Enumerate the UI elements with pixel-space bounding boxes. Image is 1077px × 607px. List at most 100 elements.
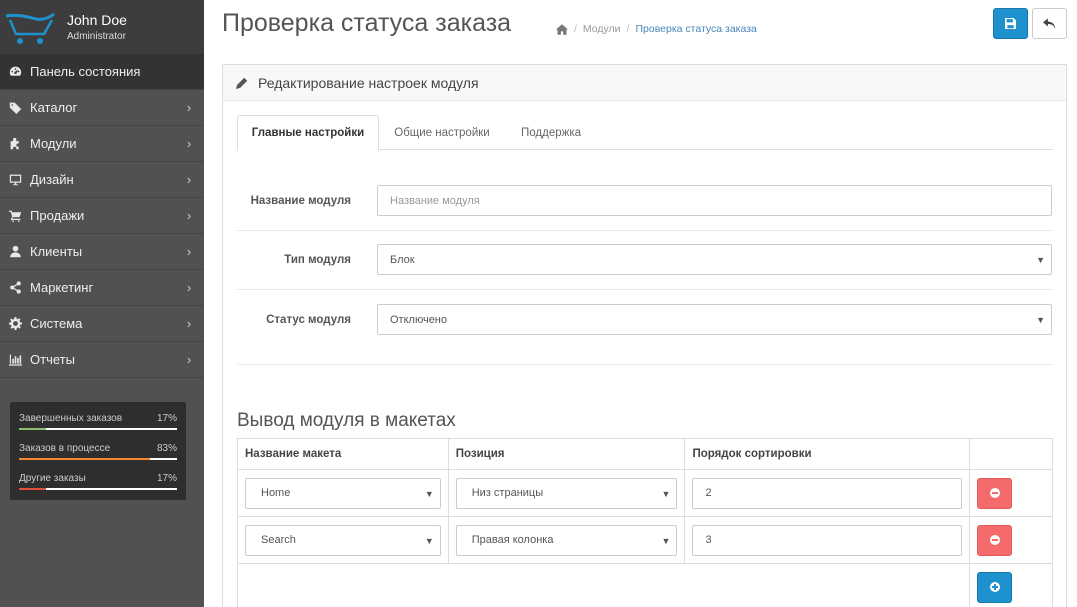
table-footer-row [236,563,1053,607]
panel-heading-title: Редактирование настроек модуля [258,74,479,91]
cart-icon [0,209,30,222]
column-header-layout: Название макета [237,438,449,470]
chevron-right-icon: › [186,208,192,223]
stat-completed: Завершенных заказов 17% [19,410,177,440]
module-status-select[interactable]: Отключено ▼ [377,304,1052,335]
desktop-icon [0,173,30,186]
remove-layout-button[interactable] [977,524,1013,556]
user-icon [0,245,30,258]
table-cell: Search ▼ [237,516,449,564]
menu-item-label: Клиенты [30,244,83,259]
stat-progress-bar [19,458,177,460]
menu-item-dashboard[interactable]: Панель состояния [0,54,204,90]
stat-processing: Заказов в процессе 83% [19,440,177,470]
back-button[interactable] [1032,8,1067,39]
layouts-section-title: Вывод модуля в макетах [237,410,456,431]
module-status-value: Отключено [390,313,447,326]
caret-down-icon: ▼ [661,488,671,499]
table-row: Home ▼ Низ страницы ▼ 2 [237,469,1053,517]
home-icon[interactable] [556,23,568,35]
table-cell: Home ▼ [237,469,449,517]
caret-down-icon: ▼ [661,535,671,546]
table-cell [236,563,971,607]
menu-item-system[interactable]: Система › [0,306,204,342]
module-type-value: Блок [390,253,415,266]
bar-chart-icon [0,353,30,366]
menu-item-label: Система [30,316,83,331]
stat-label: Завершенных заказов [19,413,123,424]
sidebar: John Doe Administrator Панель состояния … [0,0,204,607]
layout-select-value: Home [261,487,291,499]
chevron-right-icon: › [186,316,192,331]
menu-item-catalog[interactable]: Каталог › [0,90,204,126]
table-cell: Правая колонка ▼ [447,516,686,564]
minus-circle-icon [989,488,1000,498]
stat-value: 17% [156,413,177,424]
chevron-right-icon: › [186,100,192,115]
menu-item-modules[interactable]: Модули › [0,126,204,162]
position-select-value: Правая колонка [471,534,554,546]
layouts-table: Название макета Позиция Порядок сортиров… [236,438,1053,607]
breadcrumb-modules-link[interactable]: Модули [583,23,621,35]
chevron-right-icon: › [186,280,192,295]
chevron-right-icon: › [186,352,192,367]
minus-circle-icon [989,535,1000,545]
stat-other: Другие заказы 17% [19,470,177,500]
puzzle-icon [0,137,30,150]
position-select-value: Низ страницы [471,487,544,499]
menu-item-design[interactable]: Дизайн › [0,162,204,198]
table-row: Search ▼ Правая колонка ▼ 3 [237,516,1053,564]
position-select[interactable]: Правая колонка ▼ [455,524,678,556]
add-layout-button[interactable] [977,571,1013,603]
table-cell [969,563,1053,607]
menu-item-marketing[interactable]: Маркетинг › [0,270,204,306]
save-icon [1005,18,1016,29]
dashboard-icon [0,65,30,78]
save-button[interactable] [993,8,1028,39]
page-title: Проверка статуса заказа [222,9,512,37]
sort-order-input[interactable]: 3 [692,524,963,556]
tag-icon [0,101,30,114]
menu-item-label: Модули [30,136,77,151]
menu-item-label: Маркетинг [30,280,94,295]
settings-panel: Редактирование настроек модуля Главные н… [222,64,1067,607]
menu-item-label: Продажи [30,208,85,223]
breadcrumb-separator: / [574,23,577,35]
tab-general-settings[interactable]: Общие настройки [379,115,505,150]
profile[interactable]: John Doe Administrator [0,0,204,54]
menu-item-customers[interactable]: Клиенты › [0,234,204,270]
form-row-module-type: Тип модуля Блок ▼ [237,231,1053,290]
module-name-label: Название модуля [250,195,351,207]
breadcrumb-current-link[interactable]: Проверка статуса заказа [635,23,756,35]
cart-logo-icon [5,12,55,44]
layout-select[interactable]: Home ▼ [245,477,441,509]
form-row-module-status: Статус модуля Отключено ▼ [237,290,1053,365]
table-header-row: Название макета Позиция Порядок сортиров… [237,438,1053,470]
form-row-module-name: Название модуля [237,172,1053,231]
menu-item-label: Дизайн [30,172,74,187]
main-menu: Панель состояния Каталог › Модули › Диза… [0,54,204,378]
module-type-label: Тип модуля [284,254,351,266]
stat-value: 83% [156,443,177,454]
tab-support[interactable]: Поддержка [505,115,597,150]
cog-icon [0,317,30,330]
stat-label: Заказов в процессе [19,443,111,454]
module-name-input[interactable] [377,185,1052,216]
chevron-right-icon: › [186,244,192,259]
layout-select[interactable]: Search ▼ [245,524,441,556]
stat-progress-bar [19,488,177,490]
profile-name: John Doe [67,12,127,28]
menu-item-sales[interactable]: Продажи › [0,198,204,234]
tab-main-settings[interactable]: Главные настройки [237,115,379,151]
stat-progress-fill [19,428,46,430]
remove-layout-button[interactable] [977,477,1013,509]
caret-down-icon: ▼ [1036,255,1045,265]
module-type-select[interactable]: Блок ▼ [377,244,1052,275]
table-cell: 2 [684,469,971,517]
stat-progress-bar [19,428,177,430]
sort-order-input[interactable]: 2 [692,477,963,509]
position-select[interactable]: Низ страницы ▼ [455,477,678,509]
menu-item-reports[interactable]: Отчеты › [0,342,204,378]
settings-tabs: Главные настройки Общие настройки Поддер… [237,115,1053,151]
reply-icon [1043,17,1056,29]
